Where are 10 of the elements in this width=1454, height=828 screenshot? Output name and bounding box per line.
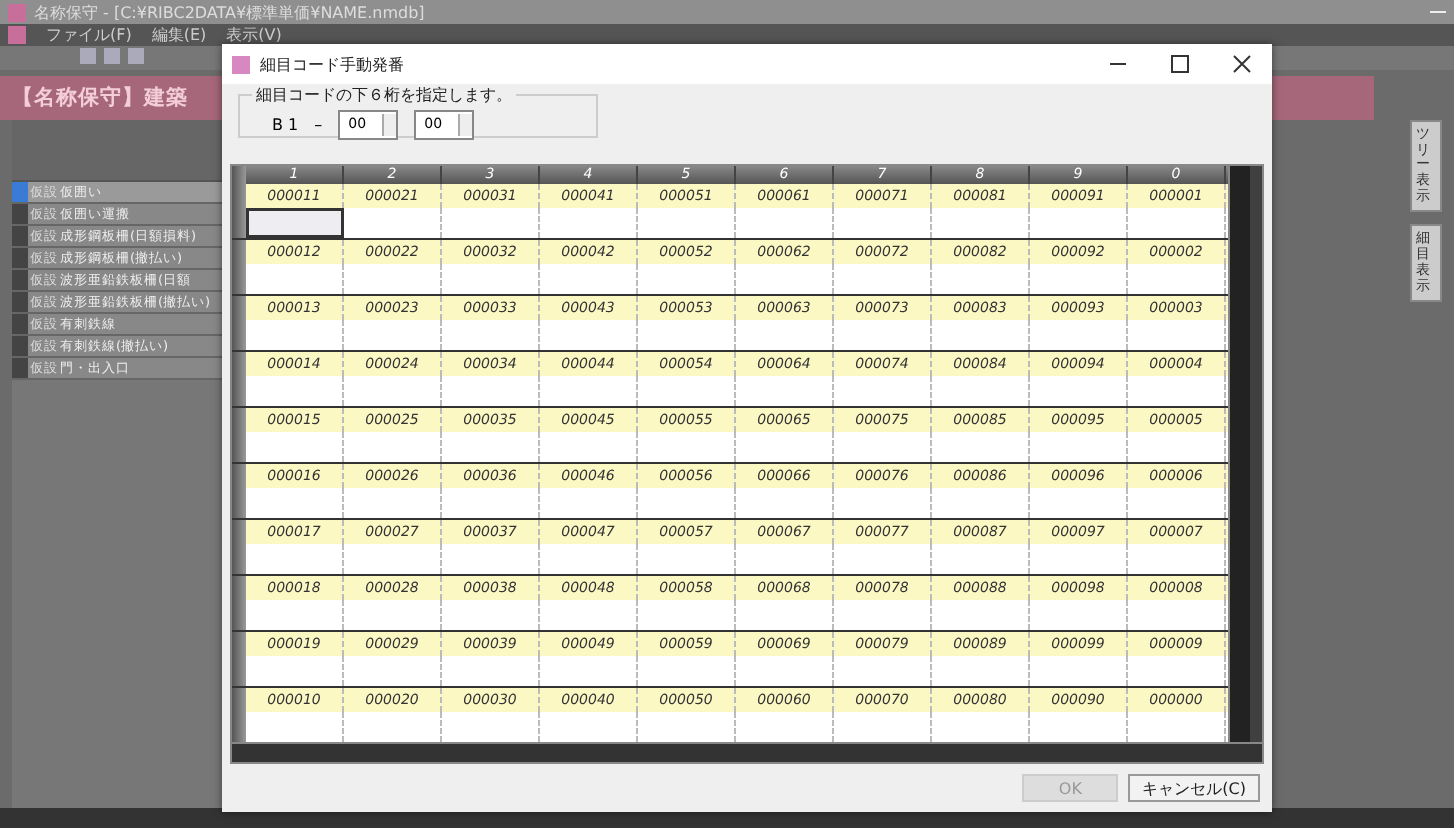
dialog-title: 細目コード手動発番: [260, 53, 404, 75]
group-label: 細目コードの下６桁を指定します。: [254, 84, 514, 106]
code-prefix: B 1: [272, 115, 299, 133]
banner-title: 【名称保守】建築: [12, 84, 188, 112]
menu-item[interactable]: 表示(V): [226, 24, 282, 46]
menu-item[interactable]: 編集(E): [151, 24, 207, 46]
dash-text: –: [314, 115, 323, 133]
window-title: 名称保守 - [C:¥RIBC2DATA¥標準単価¥NAME.nmdb]: [34, 1, 425, 23]
cancel-button[interactable]: キャンセル(C): [1128, 774, 1260, 802]
menu-item[interactable]: ファイル(F): [46, 24, 132, 46]
